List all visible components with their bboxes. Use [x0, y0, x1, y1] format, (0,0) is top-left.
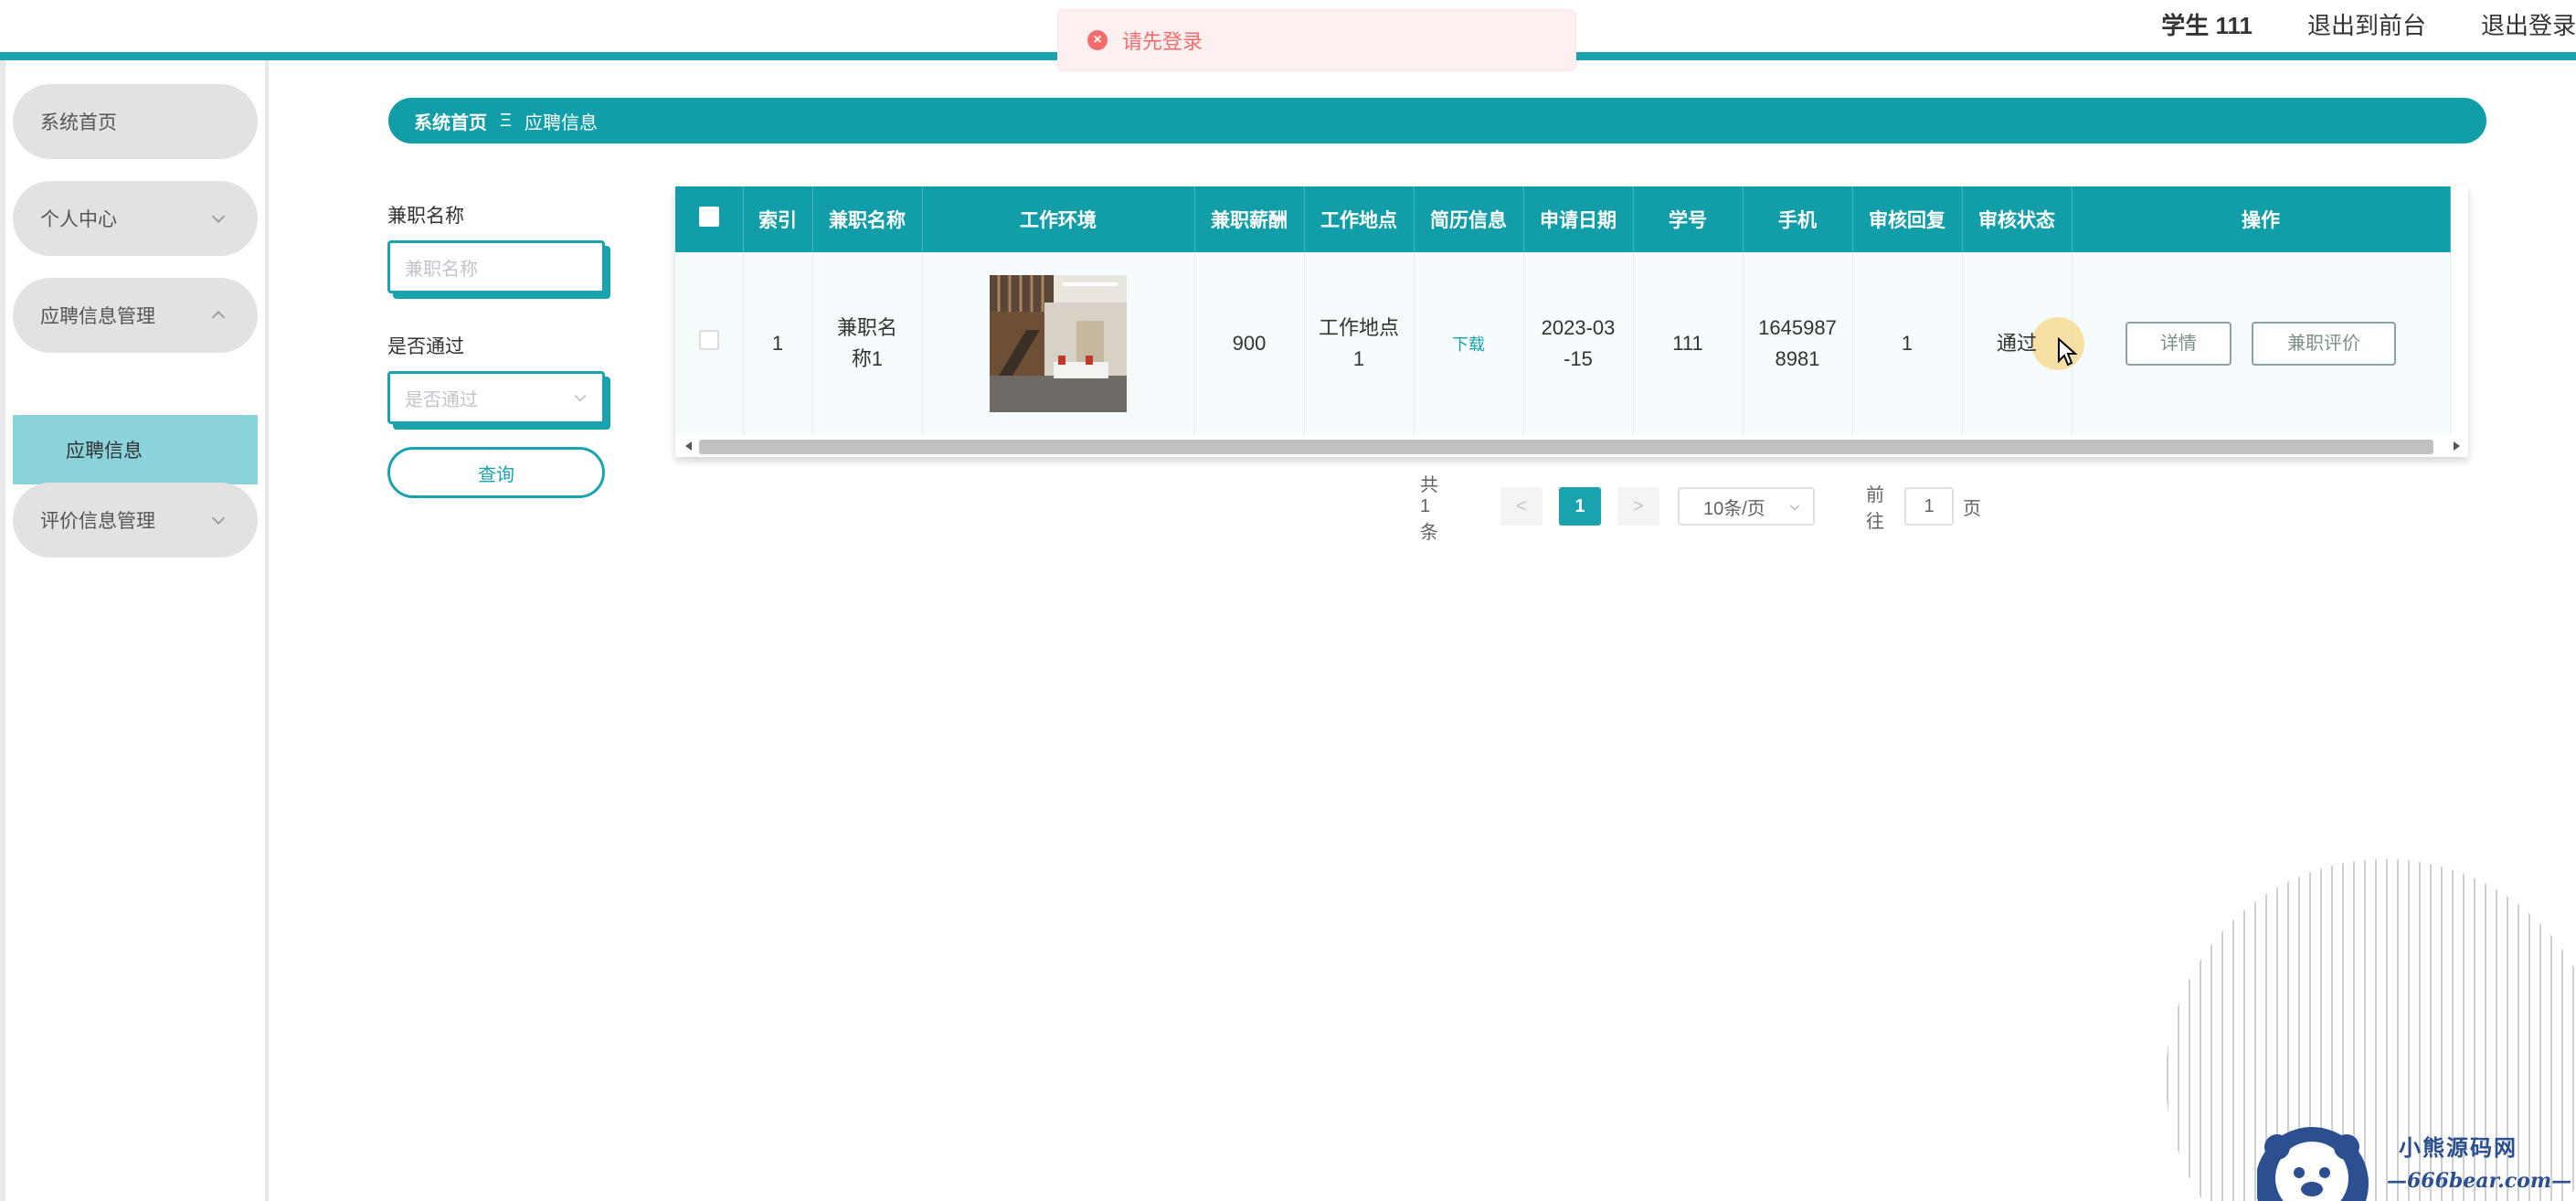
header-cell: 操作: [2072, 186, 2451, 252]
cell-resume: 下载: [1414, 252, 1524, 435]
passed-label: 是否通过: [387, 336, 464, 357]
back-to-front-link[interactable]: 退出到前台: [2307, 7, 2426, 41]
select-all-checkbox[interactable]: [698, 207, 719, 227]
header-cell: 兼职名称: [812, 186, 923, 252]
sidebar-item-label: 应聘信息管理: [40, 306, 155, 327]
goto-page-input[interactable]: 1: [1904, 487, 1954, 526]
cell-status: 通过: [1962, 252, 2084, 435]
prev-page-button[interactable]: <: [1500, 487, 1542, 526]
resume-download-link[interactable]: 下载: [1452, 335, 1485, 354]
breadcrumb-current: 应聘信息: [525, 112, 598, 133]
header-cell: 学号: [1633, 186, 1744, 252]
job-name-input[interactable]: 兼职名称: [387, 240, 605, 293]
breadcrumb-home[interactable]: 系统首页: [414, 108, 487, 134]
header-cell: 兼职薪酬: [1194, 186, 1305, 252]
status-wrap: 通过: [1996, 317, 2084, 370]
job-review-button[interactable]: 兼职评价: [2252, 322, 2397, 366]
scrollbar-thumb[interactable]: [699, 440, 2433, 454]
watermark-brand: 小熊源码网: [2399, 1134, 2518, 1161]
passed-select[interactable]: 是否通过: [387, 371, 605, 424]
job-name-placeholder: 兼职名称: [405, 259, 478, 280]
data-table: 索引 兼职名称 工作环境 兼职薪酬 工作地点 简历信息 申请日期 学号 手机 审…: [675, 186, 2468, 457]
cell-salary: 900: [1194, 252, 1305, 435]
cell-work-environment: [922, 252, 1195, 435]
cell-student-id: 111: [1633, 252, 1744, 435]
toast-message: 请先登录: [1122, 30, 1203, 53]
header-cell: 索引: [743, 186, 813, 252]
user-area: 学生 111 退出到前台 退出登录: [2161, 5, 2576, 42]
cell-reply: 1: [1852, 252, 1963, 435]
cell-actions: 详情 兼职评价: [2072, 252, 2451, 435]
row-select-cell[interactable]: [675, 252, 744, 435]
location-text: 工作地点1: [1318, 316, 1399, 370]
logout-link[interactable]: 退出登录: [2481, 7, 2576, 41]
header-cell: 审核回复: [1852, 186, 1963, 252]
status-text: 通过: [1996, 332, 2037, 355]
page-1-button[interactable]: 1: [1559, 487, 1601, 526]
error-toast: × 请先登录: [1057, 9, 1576, 71]
breadcrumb: 系统首页 Ξ 应聘信息: [388, 98, 2486, 143]
phone-text: 16459878981: [1758, 316, 1837, 370]
chevron-down-icon: [211, 516, 226, 525]
chevron-up-icon: [211, 311, 226, 319]
job-name-label: 兼职名称: [387, 206, 464, 227]
pagination-total: 共 1 条: [1420, 474, 1438, 543]
sidebar-item-home[interactable]: 系统首页: [13, 84, 258, 159]
chevron-down-icon: [574, 394, 587, 402]
cell-location: 工作地点1: [1304, 252, 1415, 435]
cell-phone: 16459878981: [1743, 252, 1853, 435]
work-environment-photo[interactable]: [990, 275, 1127, 412]
mouse-pointer-icon: [2057, 337, 2078, 367]
horizontal-scrollbar[interactable]: [675, 435, 2468, 457]
user-name: 学生 111: [2161, 11, 2253, 39]
chevron-down-icon: [211, 215, 226, 223]
detail-button[interactable]: 详情: [2125, 322, 2231, 366]
breadcrumb-separator-icon: Ξ: [500, 110, 512, 131]
cell-date: 2023-03-15: [1523, 252, 1634, 435]
sidebar-subitem-label: 应聘信息: [66, 441, 143, 462]
header-cell: 工作环境: [922, 186, 1195, 252]
next-page-button[interactable]: >: [1617, 487, 1659, 526]
scroll-right-icon[interactable]: [2452, 439, 2463, 453]
sidebar-item-label: 系统首页: [40, 112, 117, 133]
query-button[interactable]: 查询: [387, 447, 605, 498]
scroll-left-icon[interactable]: [683, 439, 694, 453]
sidebar-subitem-application-info[interactable]: 应聘信息: [13, 415, 258, 484]
table-row: 1 兼职名称1 900 工作地点1 下载 2023-03-15 111 1645…: [675, 252, 2451, 435]
header-cell: 申请日期: [1523, 186, 1634, 252]
sidebar-item-review-management[interactable]: 评价信息管理: [13, 483, 258, 558]
sidebar-item-personal-center[interactable]: 个人中心: [13, 181, 258, 256]
page-size-select[interactable]: 10条/页: [1678, 487, 1815, 526]
header-cell: 工作地点: [1304, 186, 1415, 252]
header-cell: 审核状态: [1962, 186, 2072, 252]
sidebar-item-label: 评价信息管理: [40, 511, 155, 532]
sidebar-item-application-management[interactable]: 应聘信息管理: [13, 278, 258, 353]
row-checkbox[interactable]: [698, 330, 719, 350]
passed-placeholder: 是否通过: [405, 389, 478, 410]
error-circle-icon: ×: [1087, 30, 1108, 50]
date-text: 2023-03-15: [1541, 316, 1616, 370]
job-name-text: 兼职名称1: [836, 316, 897, 370]
header-cell: 手机: [1743, 186, 1853, 252]
header-cell: 简历信息: [1414, 186, 1524, 252]
cell-job-name: 兼职名称1: [812, 252, 923, 435]
sidebar: 系统首页 个人中心 应聘信息管理 应聘信息 评价信息管理: [0, 60, 269, 1201]
table-header-row: 索引 兼职名称 工作环境 兼职薪酬 工作地点 简历信息 申请日期 学号 手机 审…: [675, 186, 2451, 252]
cell-index: 1: [743, 252, 813, 435]
chevron-down-icon: [1789, 505, 1800, 511]
header-select-all[interactable]: [675, 186, 744, 252]
goto-suffix: 页: [1963, 498, 1981, 519]
sidebar-item-label: 个人中心: [40, 209, 117, 230]
page-size-label: 10条/页: [1703, 498, 1765, 519]
goto-prefix: 前往: [1866, 485, 1884, 532]
watermark-url: —666bear.com—: [2387, 1169, 2572, 1193]
pagination-goto: 前往 1 页: [1866, 485, 1981, 532]
